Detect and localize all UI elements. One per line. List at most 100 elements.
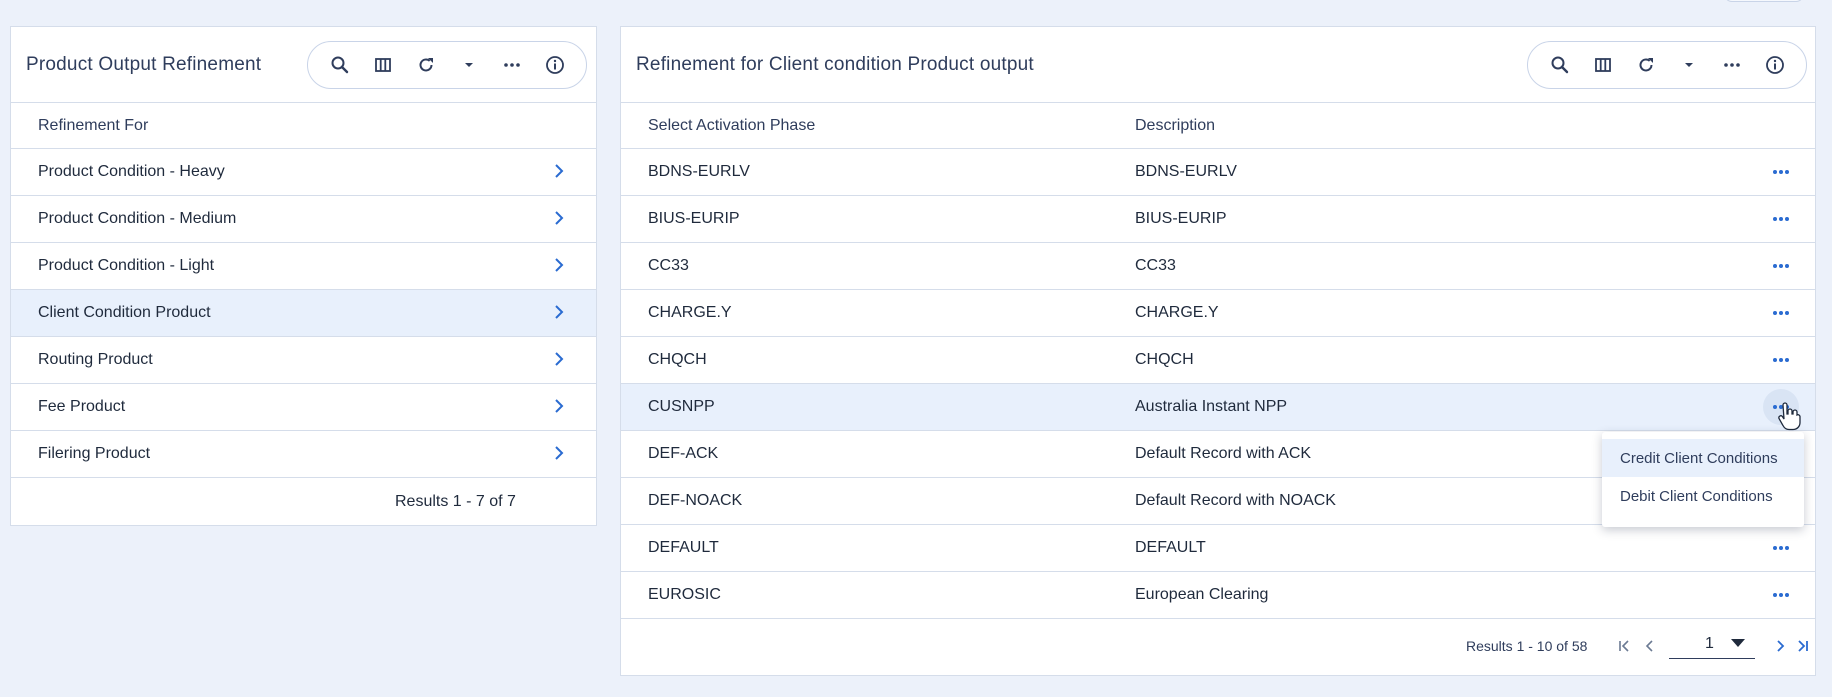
info-button[interactable] — [1758, 48, 1792, 82]
chevron-left-icon — [1645, 640, 1653, 652]
refinement-detail-panel: Refinement for Client condition Product … — [620, 26, 1816, 676]
first-page-icon — [1619, 640, 1629, 652]
right-table-header: Select Activation Phase Description — [621, 103, 1815, 149]
refinement-row[interactable]: Product Condition - Heavy — [11, 149, 596, 196]
refinement-row[interactable]: Product Condition - Medium — [11, 196, 596, 243]
description-cell: DEFAULT — [1135, 539, 1206, 556]
right-toolbar — [1527, 41, 1807, 89]
row-context-menu: Credit Client Conditions Debit Client Co… — [1602, 432, 1804, 527]
more-options-button[interactable] — [1715, 48, 1749, 82]
table-row[interactable]: CHQCH CHQCH — [621, 337, 1815, 384]
row-more-icon[interactable] — [1769, 304, 1793, 322]
table-row[interactable]: BIUS-EURIP BIUS-EURIP — [621, 196, 1815, 243]
page-number-select[interactable]: 1 — [1669, 629, 1755, 659]
dropdown-button[interactable] — [1672, 48, 1706, 82]
description-header: Description — [1135, 116, 1216, 134]
left-toolbar — [307, 41, 587, 89]
description-cell: European Clearing — [1135, 586, 1269, 603]
product-output-refinement-panel: Product Output Refinement Refinement For — [10, 26, 597, 526]
right-panel-title: Refinement for Client condition Product … — [636, 53, 1034, 75]
chevron-right-icon — [1777, 640, 1785, 652]
refinement-row[interactable]: Routing Product — [11, 337, 596, 384]
hand-cursor-icon — [1778, 402, 1801, 431]
refinement-label: Product Condition - Heavy — [38, 163, 225, 180]
table-row[interactable]: CC33 CC33 — [621, 243, 1815, 290]
search-button[interactable] — [1543, 48, 1577, 82]
current-page: 1 — [1705, 634, 1714, 652]
credit-client-conditions-item[interactable]: Credit Client Conditions — [1602, 439, 1804, 477]
right-pagination-footer: Results 1 - 10 of 58 1 — [621, 619, 1815, 674]
refinement-row-selected[interactable]: Client Condition Product — [11, 290, 596, 337]
last-page-icon — [1798, 640, 1808, 652]
phase-cell: EUROSIC — [648, 586, 721, 603]
table-row[interactable]: EUROSIC European Clearing — [621, 572, 1815, 619]
table-row-selected[interactable]: CUSNPP Australia Instant NPP — [621, 384, 1815, 431]
search-icon — [1551, 56, 1568, 74]
description-cell: BIUS-EURIP — [1135, 210, 1227, 227]
caret-down-icon — [1684, 63, 1693, 67]
description-cell: BDNS-EURLV — [1135, 163, 1237, 180]
first-page-button[interactable] — [1616, 637, 1634, 655]
phase-cell: CUSNPP — [648, 398, 715, 415]
left-results-count: Results 1 - 7 of 7 — [395, 492, 516, 510]
table-row[interactable]: DEFAULT DEFAULT — [621, 525, 1815, 572]
table-row[interactable]: CHARGE.Y CHARGE.Y — [621, 290, 1815, 337]
refresh-button[interactable] — [1629, 48, 1663, 82]
columns-button[interactable] — [366, 48, 400, 82]
description-cell: Australia Instant NPP — [1135, 398, 1288, 415]
dropdown-button[interactable] — [452, 48, 486, 82]
top-control-stub[interactable] — [1724, 0, 1804, 2]
refinement-row[interactable]: Product Condition - Light — [11, 243, 596, 290]
phase-cell: DEFAULT — [648, 539, 719, 556]
refinement-label: Routing Product — [38, 351, 153, 368]
right-panel-header: Refinement for Client condition Product … — [621, 27, 1815, 103]
right-results-count: Results 1 - 10 of 58 — [1466, 638, 1588, 654]
refinement-label: Fee Product — [38, 398, 126, 415]
left-panel-header: Product Output Refinement — [11, 27, 596, 103]
search-button[interactable] — [323, 48, 357, 82]
phase-cell: DEF-ACK — [648, 445, 719, 462]
columns-button[interactable] — [1586, 48, 1620, 82]
refresh-button[interactable] — [409, 48, 443, 82]
caret-down-icon — [464, 63, 473, 67]
chevron-right-icon — [555, 164, 564, 178]
row-more-icon[interactable] — [1769, 163, 1793, 181]
row-more-icon[interactable] — [1769, 351, 1793, 369]
chevron-right-icon — [555, 305, 564, 319]
more-options-button[interactable] — [495, 48, 529, 82]
refinement-row[interactable]: Fee Product — [11, 384, 596, 431]
info-button[interactable] — [538, 48, 572, 82]
refinement-row[interactable]: Filering Product — [11, 431, 596, 478]
refinement-label: Filering Product — [38, 445, 151, 462]
activation-phase-header: Select Activation Phase — [648, 116, 816, 134]
last-page-button[interactable] — [1793, 637, 1811, 655]
phase-cell: BDNS-EURLV — [648, 163, 750, 180]
next-page-button[interactable] — [1771, 637, 1789, 655]
phase-cell: BIUS-EURIP — [648, 210, 740, 227]
chevron-right-icon — [555, 258, 564, 272]
info-icon — [545, 56, 564, 74]
columns-icon — [1594, 58, 1611, 72]
more-icon — [503, 63, 520, 67]
description-cell: CHARGE.Y — [1135, 304, 1219, 321]
columns-icon — [374, 58, 391, 72]
previous-page-button[interactable] — [1641, 637, 1659, 655]
refinement-label: Product Condition - Medium — [38, 210, 237, 227]
phase-cell: CHQCH — [648, 351, 707, 368]
left-results-footer: Results 1 - 7 of 7 — [11, 478, 596, 525]
refinement-label: Client Condition Product — [38, 304, 211, 321]
table-row[interactable]: BDNS-EURLV BDNS-EURLV — [621, 149, 1815, 196]
debit-client-conditions-item[interactable]: Debit Client Conditions — [1602, 477, 1804, 515]
row-more-icon[interactable] — [1769, 257, 1793, 275]
phase-cell: DEF-NOACK — [648, 492, 743, 509]
chevron-right-icon — [555, 211, 564, 225]
refinement-label: Product Condition - Light — [38, 257, 215, 274]
chevron-right-icon — [555, 399, 564, 413]
row-more-icon[interactable] — [1769, 539, 1793, 557]
more-icon — [1723, 63, 1740, 67]
search-icon — [331, 56, 348, 74]
left-table-header: Refinement For — [11, 103, 596, 149]
description-cell: CHQCH — [1135, 351, 1194, 368]
row-more-icon[interactable] — [1769, 586, 1793, 604]
row-more-icon[interactable] — [1769, 210, 1793, 228]
